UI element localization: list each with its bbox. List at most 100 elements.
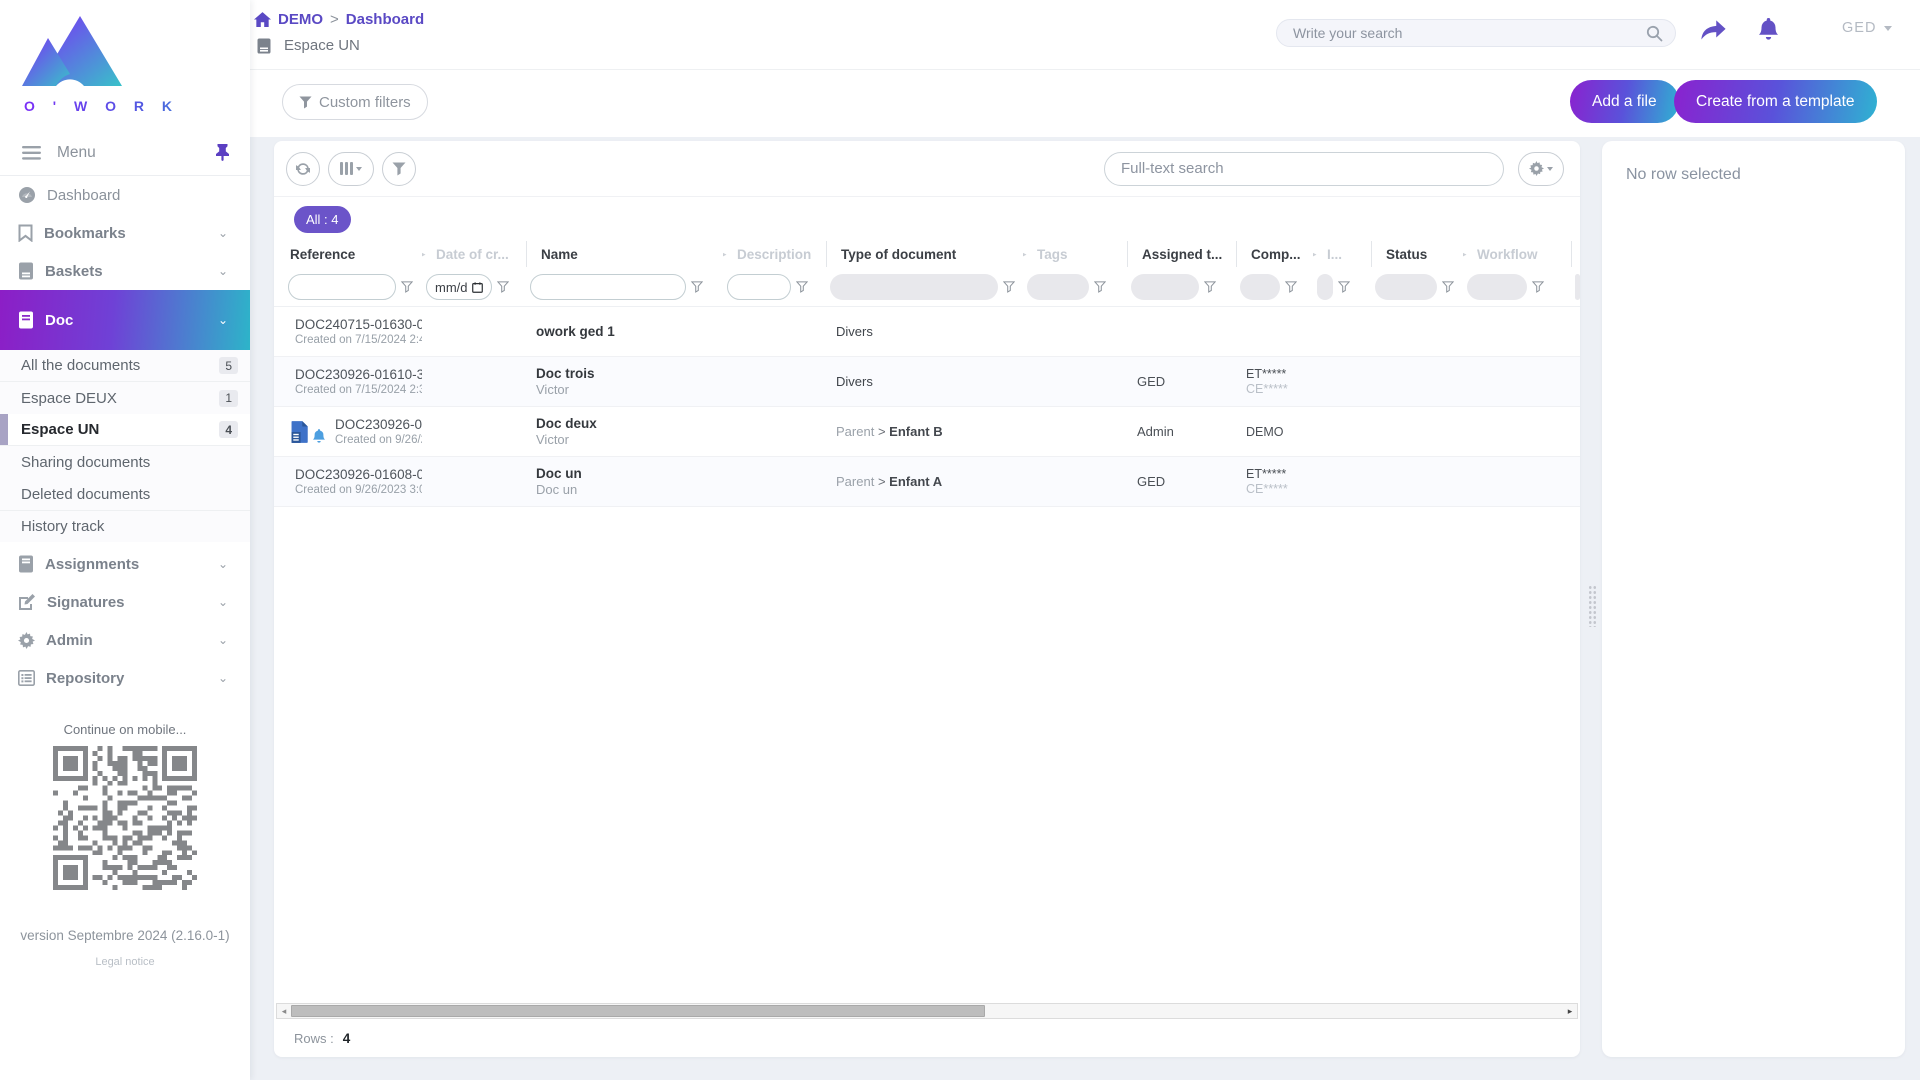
table-row[interactable]: DOC230926-01609-0 Created on 9/26/2023 3… xyxy=(274,407,1580,457)
column-expand-icon[interactable]: ▸ xyxy=(1463,246,1467,262)
funnel-icon[interactable] xyxy=(1094,281,1106,293)
horizontal-scrollbar[interactable]: ◂ ▸ xyxy=(276,1003,1578,1019)
funnel-icon[interactable] xyxy=(1442,281,1454,293)
sidebar-item-doc[interactable]: Doc ⌄ xyxy=(0,290,250,350)
column-header-tags[interactable]: ▸ Tags xyxy=(1023,241,1127,267)
funnel-icon xyxy=(299,95,312,109)
column-header-type-of-document[interactable]: Type of document xyxy=(826,241,1023,267)
fulltext-search[interactable] xyxy=(1104,151,1504,186)
document-name-sub: Victor xyxy=(536,382,569,397)
sidebar-item-repository[interactable]: Repository ⌄ xyxy=(0,659,250,697)
funnel-icon[interactable] xyxy=(796,281,808,293)
user-menu[interactable]: GED xyxy=(1842,20,1893,36)
brand-name: O ' W O R K xyxy=(24,98,250,114)
column-header-description[interactable]: ▸ Description xyxy=(723,241,826,267)
table-row[interactable]: DOC240715-01630-0 Created on 7/15/2024 2… xyxy=(274,307,1580,357)
funnel-icon[interactable] xyxy=(1003,281,1015,293)
name-filter-input[interactable] xyxy=(530,274,686,300)
repository-list-icon xyxy=(18,670,35,686)
bell-icon[interactable] xyxy=(1757,18,1780,42)
space-title-row: Espace UN xyxy=(257,37,360,54)
sidebar-item-admin[interactable]: Admin ⌄ xyxy=(0,621,250,659)
date-filter-input[interactable]: mm/d xyxy=(426,274,492,300)
app-logo: O ' W O R K xyxy=(0,0,250,130)
panel-resize-handle[interactable] xyxy=(1588,585,1597,627)
column-header-i[interactable]: ▸ I... xyxy=(1313,241,1371,267)
breadcrumb-root[interactable]: DEMO xyxy=(278,11,323,28)
columns-button[interactable] xyxy=(328,151,374,186)
funnel-icon[interactable] xyxy=(401,281,413,293)
top-header: DEMO > Dashboard Espace UN Write your se… xyxy=(250,0,1920,137)
sidebar-item-signatures[interactable]: Signatures ⌄ xyxy=(0,583,250,621)
funnel-icon[interactable] xyxy=(1532,281,1544,293)
column-header-y[interactable]: Y... xyxy=(1571,241,1580,267)
global-search[interactable] xyxy=(1276,19,1676,47)
refresh-button[interactable] xyxy=(286,151,320,186)
funnel-icon[interactable] xyxy=(496,281,509,293)
sidebar-item-history-track[interactable]: History track xyxy=(0,510,250,542)
table-body: DOC240715-01630-0 Created on 7/15/2024 2… xyxy=(274,307,1580,507)
column-expand-icon[interactable]: ▸ xyxy=(1313,246,1317,262)
document-reference: DOC230926-01609-0 xyxy=(335,417,422,432)
share-icon[interactable] xyxy=(1700,19,1727,41)
sidebar-item-baskets[interactable]: Baskets ⌄ xyxy=(0,252,250,290)
sidebar-item-sharing-documents[interactable]: Sharing documents xyxy=(0,446,250,478)
table-settings-button[interactable] xyxy=(1518,151,1564,186)
sidebar-item-assignments[interactable]: Assignments ⌄ xyxy=(0,545,250,583)
description-filter-input[interactable] xyxy=(727,274,791,300)
sidebar-item-all-documents[interactable]: All the documents 5 xyxy=(0,350,250,382)
document-name-sub: Victor xyxy=(536,432,569,447)
column-header-date-of-creation[interactable]: ▸ Date of cr... xyxy=(422,241,526,267)
chevron-down-icon: ⌄ xyxy=(217,671,228,685)
reference-filter-input[interactable] xyxy=(288,274,396,300)
table-row[interactable]: DOC230926-01610-3 Created on 7/15/2024 2… xyxy=(274,357,1580,407)
sidebar-item-dashboard[interactable]: Dashboard xyxy=(0,176,250,214)
sidebar-item-espace-un[interactable]: Espace UN 4 xyxy=(0,414,250,446)
column-header-reference[interactable]: Reference xyxy=(284,241,422,267)
search-icon[interactable] xyxy=(1646,25,1663,42)
column-expand-icon[interactable]: ▸ xyxy=(422,246,426,262)
add-file-button[interactable]: Add a file xyxy=(1570,80,1679,123)
column-header-assigned-to[interactable]: Assigned t... xyxy=(1127,241,1236,267)
scroll-right-arrow[interactable]: ▸ xyxy=(1563,1004,1577,1018)
column-header-status[interactable]: Status xyxy=(1371,241,1463,267)
document-type: Enfant B xyxy=(889,424,943,439)
custom-filters-button[interactable]: Custom filters xyxy=(282,84,428,120)
filter-button[interactable] xyxy=(382,151,416,186)
fulltext-search-input[interactable] xyxy=(1121,160,1487,177)
documents-table-card: All : 4 Reference ▸Date of cr... Name ▸D… xyxy=(274,141,1580,1057)
home-icon[interactable] xyxy=(254,12,271,27)
chevron-down-icon xyxy=(1547,166,1553,171)
document-assigned: GED xyxy=(1137,474,1166,489)
column-header-comp[interactable]: Comp... xyxy=(1236,241,1313,267)
scroll-left-arrow[interactable]: ◂ xyxy=(277,1004,291,1018)
legal-notice-link[interactable]: Legal notice xyxy=(0,956,250,968)
column-expand-icon[interactable]: ▸ xyxy=(1023,246,1027,262)
funnel-icon xyxy=(392,162,406,175)
sub-item-label: Deleted documents xyxy=(21,485,151,503)
table-row[interactable]: DOC230926-01608-0 Created on 9/26/2023 3… xyxy=(274,457,1580,507)
sidebar-item-bookmarks[interactable]: Bookmarks ⌄ xyxy=(0,214,250,252)
funnel-icon[interactable] xyxy=(1204,281,1216,293)
create-from-template-button[interactable]: Create from a template xyxy=(1674,80,1877,123)
all-filter-badge[interactable]: All : 4 xyxy=(294,205,351,233)
pin-sidebar-icon[interactable] xyxy=(215,144,230,161)
sidebar-nav: Dashboard Bookmarks ⌄ Baskets ⌄ Doc ⌄ Al… xyxy=(0,176,250,697)
column-expand-icon[interactable]: ▸ xyxy=(723,246,727,262)
column-header-workflow[interactable]: ▸ Workflow xyxy=(1463,241,1571,267)
funnel-icon[interactable] xyxy=(1285,281,1297,293)
sidebar-item-label: Bookmarks xyxy=(44,224,126,242)
global-search-input[interactable] xyxy=(1293,25,1646,41)
sidebar-item-espace-deux[interactable]: Espace DEUX 1 xyxy=(0,382,250,414)
hamburger-icon[interactable] xyxy=(22,145,41,160)
type-filter-disabled xyxy=(830,274,998,300)
funnel-icon[interactable] xyxy=(691,281,703,293)
breadcrumb-current[interactable]: Dashboard xyxy=(346,11,424,28)
columns-icon xyxy=(340,162,353,175)
word-file-icon xyxy=(291,420,308,443)
sidebar-item-deleted-documents[interactable]: Deleted documents xyxy=(0,478,250,510)
scrollbar-thumb[interactable] xyxy=(291,1005,985,1017)
document-reference: DOC230926-01610-3 xyxy=(295,367,422,382)
funnel-icon[interactable] xyxy=(1338,281,1350,293)
column-header-name[interactable]: Name xyxy=(526,241,723,267)
